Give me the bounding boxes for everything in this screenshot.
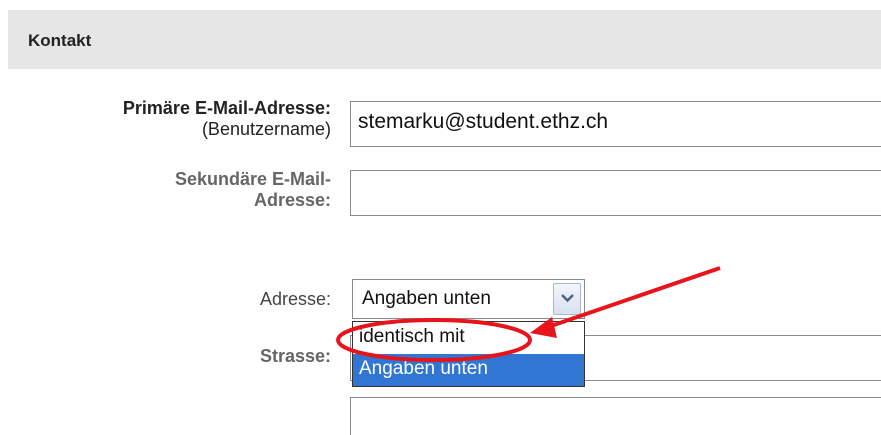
primary-email-field[interactable]: stemarku@student.ethz.ch xyxy=(350,101,881,147)
address-dropdown-list: identisch mit Angaben unten xyxy=(352,321,585,387)
chevron-down-icon[interactable] xyxy=(553,283,581,315)
primary-email-label-text: Primäre E-Mail-Adresse: xyxy=(122,98,331,118)
address-select[interactable]: Angaben unten xyxy=(352,279,585,319)
street-label: Strasse: xyxy=(260,346,331,367)
secondary-email-label-line2: Adresse: xyxy=(253,190,331,210)
section-title: Kontakt xyxy=(28,31,92,50)
address-label-text: Adresse: xyxy=(259,289,331,309)
secondary-email-field[interactable] xyxy=(350,170,881,216)
address-option-angaben-unten[interactable]: Angaben unten xyxy=(353,354,584,386)
address-select-value: Angaben unten xyxy=(362,288,491,309)
address-option-identisch[interactable]: identisch mit xyxy=(353,322,584,354)
primary-email-value: stemarku@student.ethz.ch xyxy=(358,110,609,133)
street-label-text: Strasse: xyxy=(259,346,331,366)
contact-form-page: Kontakt Primäre E-Mail-Adresse: (Benutze… xyxy=(0,0,881,435)
primary-email-label: Primäre E-Mail-Adresse: (Benutzername) xyxy=(123,98,331,140)
secondary-email-label: Sekundäre E-Mail- Adresse: xyxy=(175,169,331,211)
secondary-email-label-line1: Sekundäre E-Mail- xyxy=(174,169,331,189)
street-field-2[interactable] xyxy=(350,397,881,435)
primary-email-sublabel: (Benutzername) xyxy=(201,119,331,139)
section-header: Kontakt xyxy=(8,10,881,69)
address-label: Adresse: xyxy=(260,289,331,310)
